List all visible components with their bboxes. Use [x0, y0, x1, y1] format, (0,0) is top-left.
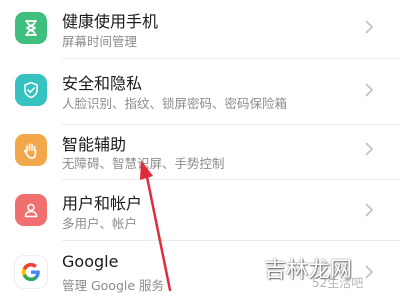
settings-item-security-privacy[interactable]: 安全和隐私 人脸识别、指纹、锁屏密码、密码保险箱: [0, 62, 400, 124]
settings-item-users-accounts[interactable]: 用户和帐户 多用户、帐户: [0, 184, 400, 246]
chevron-right-icon: [365, 203, 374, 217]
chevron-right-icon: [365, 142, 374, 156]
settings-item-digital-balance[interactable]: 健康使用手机 屏幕时间管理: [0, 0, 400, 54]
item-title: 智能辅助: [62, 135, 127, 154]
google-icon: [15, 256, 47, 288]
chevron-right-icon: [365, 83, 374, 97]
item-subtitle: 多用户、帐户: [62, 216, 138, 231]
item-title: 安全和隐私: [62, 74, 143, 93]
item-subtitle: 管理 Google 服务: [62, 278, 165, 293]
divider: [62, 179, 400, 180]
item-subtitle: 无障碍、智慧识屏、手势控制: [62, 156, 225, 171]
shield-check-icon: [15, 74, 47, 106]
chevron-right-icon: [365, 265, 374, 279]
item-title: 健康使用手机: [62, 12, 159, 31]
divider: [62, 58, 400, 59]
item-subtitle: 人脸识别、指纹、锁屏密码、密码保险箱: [62, 96, 288, 111]
user-icon: [15, 194, 47, 226]
item-title: 用户和帐户: [62, 194, 143, 213]
watermark-sub: 52生活吧: [312, 276, 364, 290]
chevron-right-icon: [365, 20, 374, 34]
item-subtitle: 屏幕时间管理: [62, 34, 138, 49]
hourglass-icon: [15, 12, 47, 44]
hand-icon: [15, 134, 47, 166]
divider: [62, 240, 400, 241]
divider: [62, 124, 400, 125]
item-title: Google: [62, 252, 119, 271]
